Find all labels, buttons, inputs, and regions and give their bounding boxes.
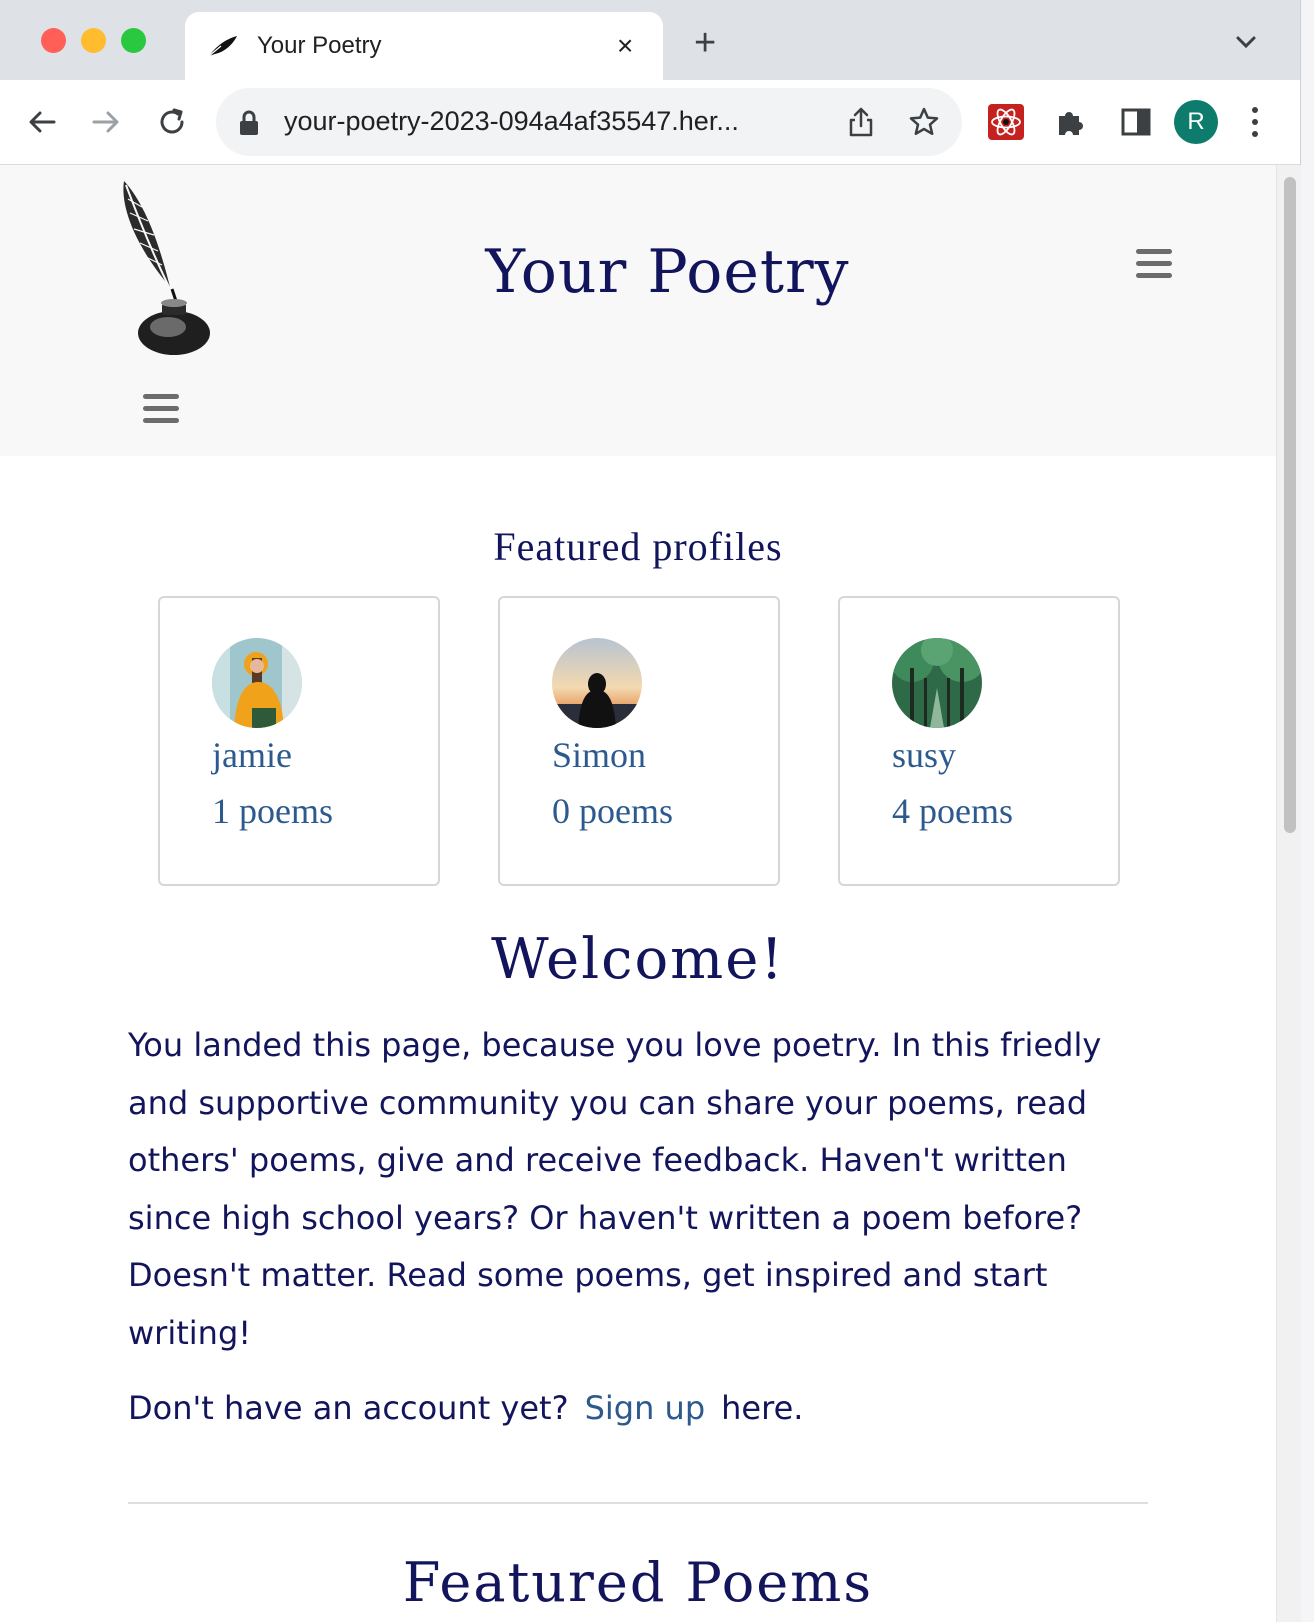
signup-prefix: Don't have an account yet?: [128, 1389, 569, 1427]
welcome-paragraph: You landed this page, because you love p…: [128, 1026, 1102, 1352]
tab-close-icon[interactable]: ×: [617, 32, 633, 60]
address-bar[interactable]: your-poetry-2023-094a4af35547.her...: [216, 88, 962, 156]
hamburger-menu-icon[interactable]: [1136, 249, 1172, 279]
new-tab-button[interactable]: +: [694, 24, 716, 62]
vertical-scrollbar[interactable]: [1276, 165, 1301, 1622]
featured-profiles-heading: Featured profiles: [493, 524, 783, 569]
avatar[interactable]: [892, 638, 982, 728]
profile-poem-count: 1 poems: [212, 791, 333, 831]
signup-prompt: Don't have an account yet? Sign up here.: [128, 1389, 803, 1427]
profile-card-jamie[interactable]: jamie 1 poems: [158, 596, 440, 886]
signup-suffix: here.: [721, 1389, 804, 1427]
chevron-down-icon[interactable]: [1234, 32, 1258, 52]
share-icon[interactable]: [846, 106, 876, 138]
minimize-window-button[interactable]: [81, 28, 106, 53]
scrollbar-thumb[interactable]: [1284, 177, 1296, 833]
tab-title: Your Poetry: [257, 32, 382, 59]
lock-icon[interactable]: [238, 110, 260, 136]
bookmark-star-icon[interactable]: [908, 106, 940, 138]
profile-name[interactable]: jamie: [212, 734, 292, 776]
feather-icon: [208, 36, 237, 57]
section-divider: [128, 1502, 1148, 1504]
featured-poems-heading: Featured Poems: [402, 1551, 874, 1614]
site-title[interactable]: Your Poetry: [0, 237, 1276, 307]
react-devtools-icon[interactable]: [988, 104, 1024, 140]
profile-poem-count: 0 poems: [552, 791, 673, 831]
profile-card-simon[interactable]: Simon 0 poems: [498, 596, 780, 886]
extensions-puzzle-icon[interactable]: [1052, 104, 1088, 140]
url-text[interactable]: your-poetry-2023-094a4af35547.her...: [284, 106, 814, 137]
close-window-button[interactable]: [41, 28, 66, 53]
back-arrow-icon[interactable]: [24, 104, 60, 140]
avatar[interactable]: [212, 638, 302, 728]
profile-name[interactable]: susy: [892, 734, 956, 776]
page-viewport: Your Poetry Featured profiles jamie 1 po…: [0, 165, 1276, 1622]
site-header: Your Poetry: [0, 165, 1276, 456]
browser-tabstrip: Your Poetry × +: [0, 0, 1314, 80]
profile-card-susy[interactable]: susy 4 poems: [838, 596, 1120, 886]
side-panel-icon[interactable]: [1118, 104, 1154, 140]
background-window-edge: [1300, 0, 1314, 1622]
kebab-menu-icon[interactable]: [1250, 104, 1260, 140]
forward-arrow-icon[interactable]: [88, 104, 124, 140]
nav-toggle-hamburger-icon[interactable]: [143, 394, 179, 424]
profile-avatar[interactable]: R: [1174, 100, 1218, 144]
welcome-heading: Welcome!: [491, 927, 785, 992]
profile-poem-count: 4 poems: [892, 791, 1013, 831]
profile-name[interactable]: Simon: [552, 734, 646, 776]
avatar[interactable]: [552, 638, 642, 728]
maximize-window-button[interactable]: [121, 28, 146, 53]
tab-your-poetry[interactable]: Your Poetry ×: [185, 12, 663, 80]
reload-icon[interactable]: [154, 104, 190, 140]
signup-link[interactable]: Sign up: [585, 1389, 706, 1427]
browser-toolbar: your-poetry-2023-094a4af35547.her... R: [0, 80, 1314, 165]
